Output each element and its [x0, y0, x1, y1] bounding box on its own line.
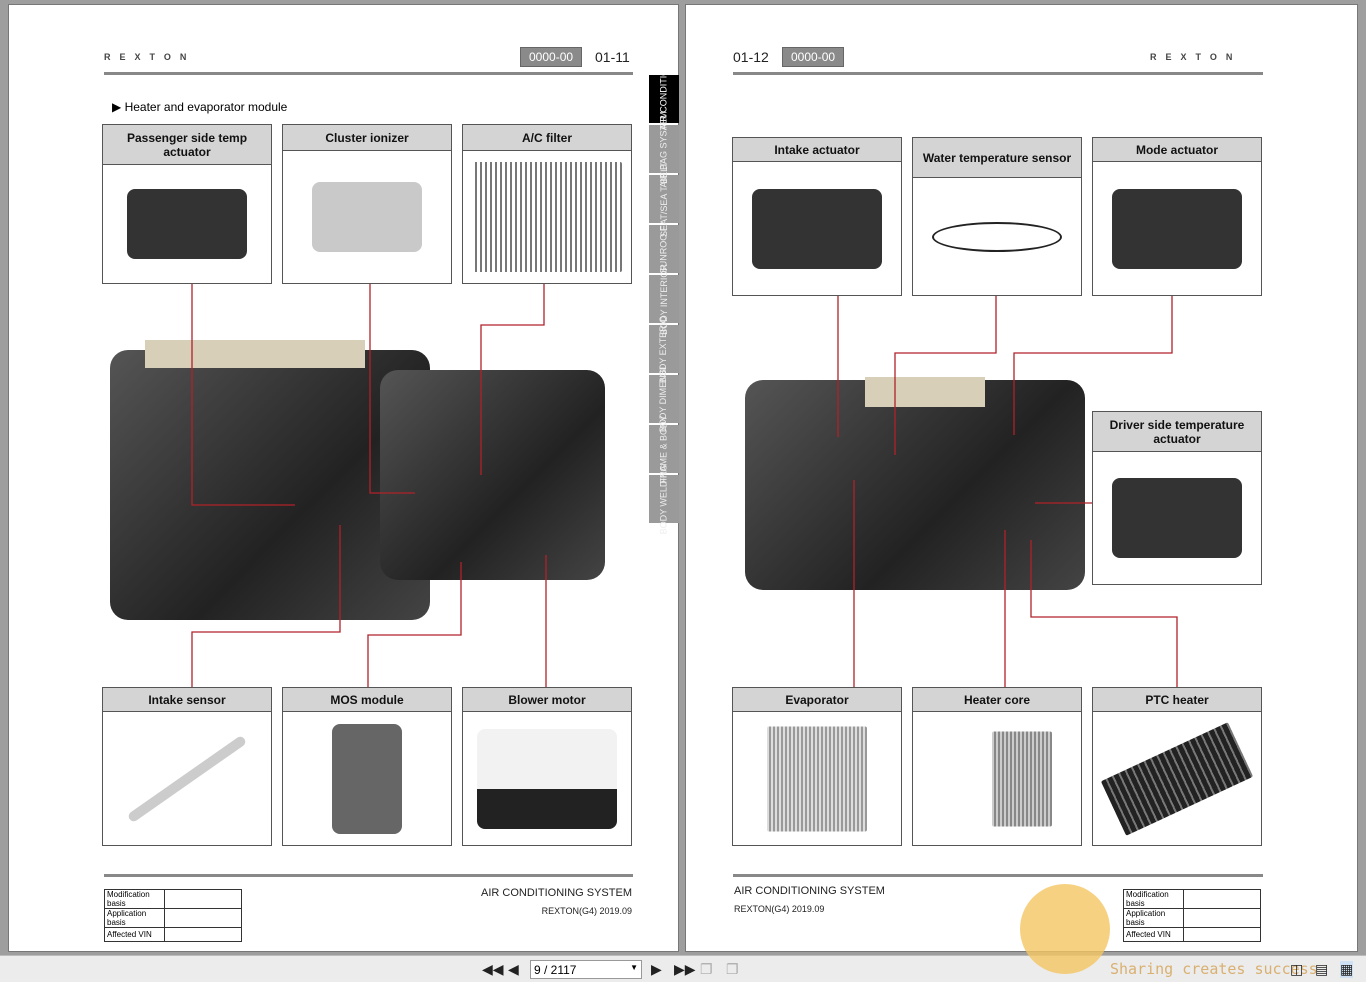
previous-page-icon[interactable]: ◀ [508, 961, 519, 978]
page-number-input[interactable]: 9 / 2117 ▼ [530, 960, 642, 979]
leader-line [191, 284, 295, 506]
leader-line [191, 525, 341, 687]
chevron-down-icon: ▼ [630, 963, 638, 972]
two-page-icon[interactable]: ▦ [1340, 961, 1354, 978]
paste-page-icon[interactable]: ❐ [726, 961, 739, 978]
leader-line [480, 284, 545, 475]
leader-line [367, 562, 462, 687]
leader-line [369, 284, 415, 494]
leader-lines [191, 284, 1178, 687]
leader-line [1030, 540, 1178, 687]
viewer-toolbar: ◀◀ ◀ 9 / 2117 ▼ ▶ ▶▶ ❐ ❐ Sharing creates … [0, 955, 1366, 982]
leader-line [1013, 296, 1173, 435]
copy-page-icon[interactable]: ❐ [700, 961, 713, 978]
single-page-icon[interactable]: ◫ [1290, 961, 1303, 978]
next-page-icon[interactable]: ▶ [651, 961, 662, 978]
watermark-logo [1020, 884, 1110, 974]
last-page-icon[interactable]: ▶▶ [674, 961, 696, 978]
leader-line [894, 296, 997, 455]
first-page-icon[interactable]: ◀◀ [482, 961, 504, 978]
continuous-page-icon[interactable]: ▤ [1315, 961, 1328, 978]
watermark-text: Sharing creates success [1110, 960, 1318, 978]
